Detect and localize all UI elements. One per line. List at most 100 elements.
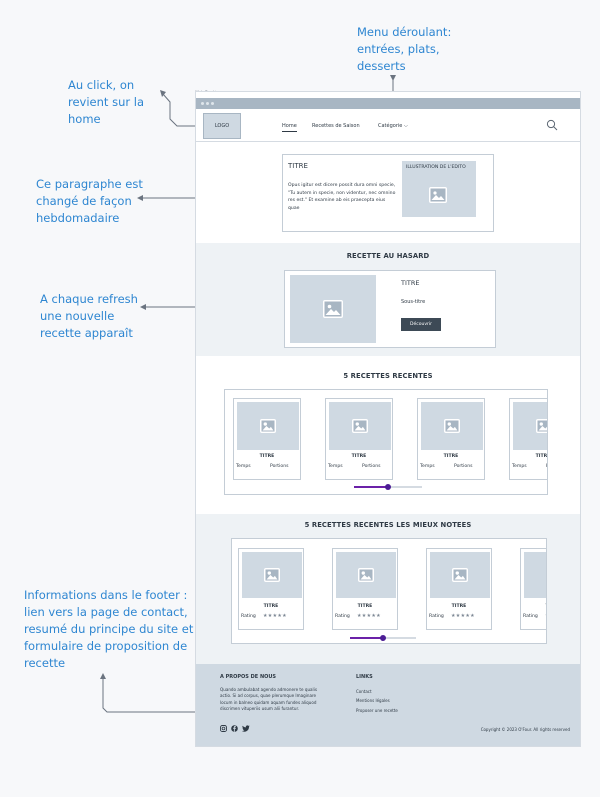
recette-card[interactable]: TITRE Temps Portions xyxy=(233,398,301,480)
image-placeholder-icon xyxy=(264,568,280,582)
footer-link-mentions[interactable]: Mentions légales xyxy=(356,698,390,703)
hasard-subtitle: Sous-titre xyxy=(401,299,426,305)
annotation-footer: Informations dans le footer : lien vers … xyxy=(24,588,194,670)
hasard-heading: RECETTE AU HASARD xyxy=(346,252,430,260)
image-placeholder-icon xyxy=(429,187,447,203)
recette-card[interactable]: TITRE Temps Portions xyxy=(325,398,393,480)
recentes-carousel[interactable]: TITRETempsPortionsTITRETempsPortionsTITR… xyxy=(224,389,548,495)
edito-section: TITRE Opus igitur est dicere possit dura… xyxy=(196,143,580,243)
arrow-home xyxy=(162,93,199,127)
recette-rating-label: Rating xyxy=(335,614,350,619)
recette-notee-card[interactable]: TITRE Rating ★★★★★ xyxy=(426,548,492,630)
rating-stars-icon: ★★★★★ xyxy=(357,613,381,619)
recette-rating-label: Rating xyxy=(241,614,256,619)
notees-carousel[interactable]: TITRE Rating ★★★★★ TITRE Rating ★★★★★ TITRE Rat… xyxy=(231,538,547,644)
recette-title: TITRE xyxy=(521,604,547,609)
recette-portions: Portions xyxy=(454,464,473,469)
recette-image xyxy=(513,402,547,450)
recette-title: TITRE xyxy=(535,454,548,459)
recette-card[interactable]: TITRE Temps Portions xyxy=(417,398,485,480)
hasard-image xyxy=(290,275,376,343)
recentes-section: 5 RECETTES RECENTES TITRETempsPortionsTI… xyxy=(196,356,580,514)
twitter-icon[interactable] xyxy=(242,725,250,732)
search-icon[interactable] xyxy=(546,119,558,131)
navbar: LOGO Home Recettes de Saison Catégorie ⌵ xyxy=(196,109,580,142)
rating-stars-icon: ★★★★★ xyxy=(545,613,546,619)
recette-rating-label: Rating xyxy=(523,614,538,619)
recette-title: TITRE xyxy=(351,454,367,459)
recentes-scrollbar-fill xyxy=(354,486,388,488)
footer-links-heading: LINKS xyxy=(356,674,373,680)
image-placeholder-icon xyxy=(260,419,276,433)
image-placeholder-icon xyxy=(352,419,368,433)
edito-paragraph: Opus igitur est dicere possit dura omni … xyxy=(288,183,396,211)
notees-scrollbar-thumb[interactable] xyxy=(380,635,386,641)
recette-temps: Temps xyxy=(328,464,343,469)
wireframe-desktop: LOGO Home Recettes de Saison Catégorie ⌵… xyxy=(195,91,581,747)
footer-social xyxy=(220,725,250,732)
recette-portions: Portions xyxy=(362,464,381,469)
footer-copyright: Copyright © 2023 O'Four. All rights rese… xyxy=(480,727,570,732)
recette-image xyxy=(336,552,396,598)
instagram-icon[interactable] xyxy=(220,725,227,732)
recette-title: TITRE xyxy=(263,604,279,609)
recette-image xyxy=(242,552,302,598)
recentes-scrollbar-thumb[interactable] xyxy=(385,484,391,490)
recette-image xyxy=(237,402,299,450)
image-placeholder-icon xyxy=(452,568,468,582)
recette-portions: Portions xyxy=(546,464,547,469)
recette-notee-card[interactable]: TITRE Rating ★★★★★ xyxy=(238,548,304,630)
window-titlebar xyxy=(196,98,580,109)
recentes-heading: 5 RECETTES RECENTES xyxy=(343,372,433,380)
notees-heading: 5 RECETTES RECENTES LES MIEUX NOTEES xyxy=(304,521,472,529)
footer-about-text: Quando ambulabat agendo admonere te qual… xyxy=(220,687,317,712)
nav-home[interactable]: Home xyxy=(282,123,297,132)
recette-title: TITRE xyxy=(451,604,467,609)
decouvrir-button[interactable]: Découvrir xyxy=(401,318,441,331)
hasard-card: TITRE Sous-titre Découvrir xyxy=(284,270,496,348)
recette-card[interactable]: TITRE Temps Portions xyxy=(509,398,548,480)
notees-scrollbar-fill xyxy=(350,637,383,639)
image-placeholder-icon xyxy=(323,300,343,318)
chevron-down-icon: ⌵ xyxy=(403,123,408,129)
notees-section: 5 RECETTES RECENTES LES MIEUX NOTEES TIT… xyxy=(196,514,580,664)
footer-about-heading: A PROPOS DE NOUS xyxy=(220,674,277,680)
nav-categorie-label: Catégorie xyxy=(378,123,403,129)
footer-link-contact[interactable]: Contact xyxy=(356,689,372,694)
recette-rating-label: Rating xyxy=(429,614,444,619)
recette-temps: Temps xyxy=(512,464,527,469)
recette-portions: Portions xyxy=(270,464,289,469)
recette-title: TITRE xyxy=(259,454,275,459)
edito-illustration-label: ILLUSTRATION DE L'EDITO xyxy=(406,165,466,170)
rating-stars-icon: ★★★★★ xyxy=(451,613,475,619)
recette-temps: Temps xyxy=(236,464,251,469)
nav-categorie[interactable]: Catégorie ⌵ xyxy=(378,123,408,129)
recette-image xyxy=(430,552,490,598)
logo[interactable]: LOGO xyxy=(203,113,241,139)
annotation-refresh: A chaque refresh une nouvelle recette ap… xyxy=(40,292,138,340)
recette-temps: Temps xyxy=(420,464,435,469)
recette-title: TITRE xyxy=(443,454,459,459)
edito-title: TITRE xyxy=(288,162,308,170)
recette-notee-card[interactable]: TITRE Rating ★★★★★ xyxy=(332,548,398,630)
nav-recettes-saison[interactable]: Recettes de Saison xyxy=(312,123,360,129)
recette-image xyxy=(524,552,547,598)
recette-image xyxy=(329,402,391,450)
footer: A PROPOS DE NOUS Quando ambulabat agendo… xyxy=(196,664,580,746)
hasard-title: TITRE xyxy=(401,279,420,287)
facebook-icon[interactable] xyxy=(231,725,238,732)
recette-image xyxy=(421,402,483,450)
image-placeholder-icon xyxy=(536,419,547,433)
annotation-home: Au click, on revient sur la home xyxy=(68,78,144,126)
annotation-edito: Ce paragraphe est changé de façon hebdom… xyxy=(36,177,143,225)
edito-illustration: ILLUSTRATION DE L'EDITO xyxy=(402,161,476,217)
recette-notee-card[interactable]: TITRE Rating ★★★★★ xyxy=(520,548,547,630)
image-placeholder-icon xyxy=(358,568,374,582)
annotation-menu: Menu déroulant: entrées, plats, desserts xyxy=(357,25,452,73)
rating-stars-icon: ★★★★★ xyxy=(263,613,287,619)
image-placeholder-icon xyxy=(546,568,547,582)
footer-link-proposer[interactable]: Proposer une recette xyxy=(356,708,398,713)
image-placeholder-icon xyxy=(444,419,460,433)
recette-title: TITRE xyxy=(357,604,373,609)
edito-card: TITRE Opus igitur est dicere possit dura… xyxy=(282,154,494,232)
